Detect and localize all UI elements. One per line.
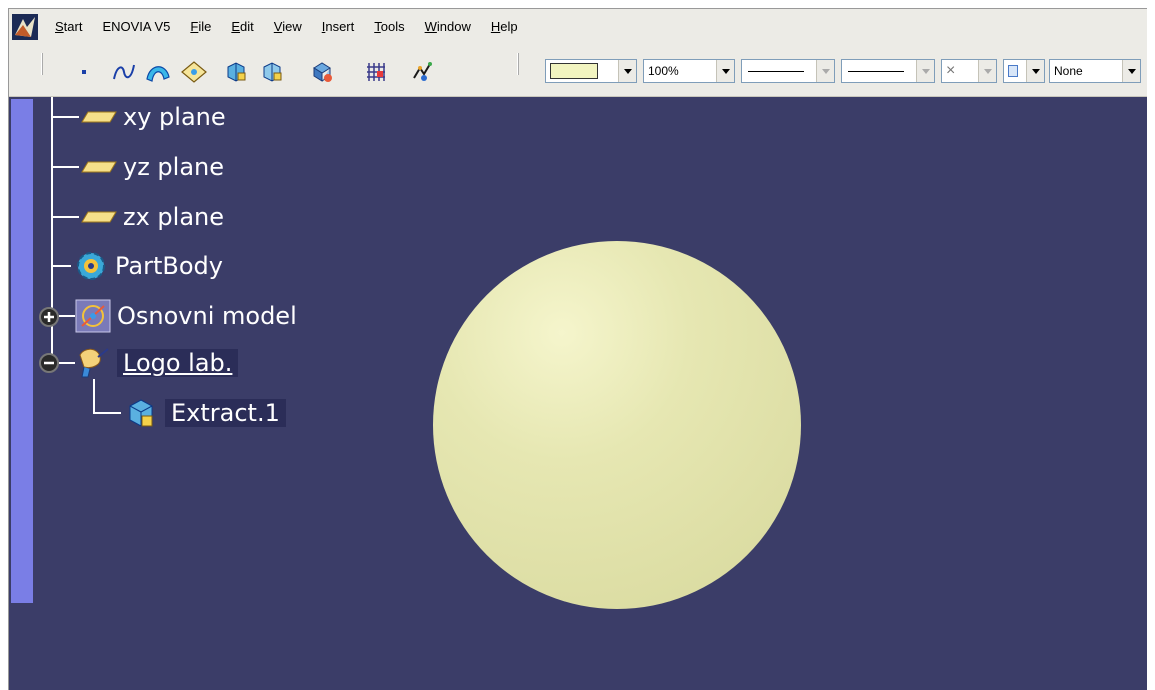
tree-item-zx-plane[interactable]: zx plane [79, 197, 224, 237]
menu-enovia[interactable]: ENOVIA V5 [92, 9, 180, 45]
menu-edit[interactable]: Edit [221, 9, 263, 45]
partbody-gear-icon [71, 248, 111, 284]
tree-connector [51, 166, 79, 168]
menu-file[interactable]: File [180, 9, 221, 45]
catia-logo-icon[interactable] [11, 13, 39, 41]
tree-connector [51, 216, 79, 218]
spline-icon[interactable] [109, 57, 139, 87]
extract-icon[interactable] [221, 57, 251, 87]
expand-icon[interactable] [39, 307, 59, 327]
sweep-surface-icon[interactable] [143, 57, 173, 87]
collapse-icon[interactable] [39, 353, 59, 373]
multiple-extract-icon[interactable] [257, 57, 287, 87]
tree-scrollbar[interactable] [11, 99, 33, 603]
color-swatch [550, 63, 598, 79]
menu-start[interactable]: Start [45, 9, 92, 45]
point-symbol-combo[interactable]: × [941, 59, 997, 83]
sphere-surface[interactable] [433, 241, 801, 609]
tree-item-label: yz plane [123, 153, 225, 181]
color-combo[interactable] [545, 59, 637, 83]
line-thickness-sample [748, 70, 804, 72]
toolbar-grip[interactable] [517, 53, 519, 75]
menu-help[interactable]: Help [481, 9, 528, 45]
chevron-down-icon[interactable] [618, 60, 636, 82]
tree-connector [51, 116, 79, 118]
chevron-down-icon[interactable] [916, 60, 934, 82]
tree-item-partbody[interactable]: PartBody [71, 246, 223, 286]
tree-item-extract-1[interactable]: Extract.1 [121, 393, 286, 433]
toolbar: 100% × None [9, 45, 1147, 97]
tree-item-label: Osnovni model [117, 302, 297, 330]
geometrical-set-hand-icon [73, 345, 113, 381]
grid-icon[interactable] [361, 57, 391, 87]
tree-item-osnovni-model[interactable]: Osnovni model [73, 296, 297, 336]
menu-insert[interactable]: Insert [312, 9, 365, 45]
transform-icon[interactable] [307, 57, 337, 87]
tree-connector [93, 412, 121, 414]
tree-item-label: PartBody [115, 252, 223, 280]
chevron-down-icon[interactable] [1026, 60, 1044, 82]
point-icon[interactable] [69, 57, 99, 87]
line-type-sample [848, 70, 904, 72]
render-style-icon [1008, 65, 1018, 77]
plane-icon [79, 149, 119, 185]
menu-tools[interactable]: Tools [364, 9, 414, 45]
menu-bar: Start ENOVIA V5 File Edit View Insert To… [9, 9, 1147, 45]
tree-item-label: Logo lab. [117, 349, 239, 377]
tree-connector [51, 265, 71, 267]
layer-value: None [1054, 64, 1083, 78]
tree-item-xy-plane[interactable]: xy plane [79, 97, 226, 137]
menu-view[interactable]: View [264, 9, 312, 45]
tree-item-label: zx plane [123, 203, 225, 231]
point-symbol-value: × [946, 62, 956, 79]
transparency-value: 100% [648, 64, 679, 78]
plane-icon [79, 99, 119, 135]
tree-item-label: Extract.1 [165, 399, 286, 427]
catia-window: Start ENOVIA V5 File Edit View Insert To… [8, 8, 1147, 690]
chevron-down-icon[interactable] [1122, 60, 1140, 82]
render-style-combo[interactable] [1003, 59, 1045, 83]
tree-connector [93, 379, 95, 413]
law-icon[interactable] [409, 57, 439, 87]
layer-combo[interactable]: None [1049, 59, 1141, 83]
fill-surface-icon[interactable] [179, 57, 209, 87]
tree-item-yz-plane[interactable]: yz plane [79, 147, 224, 187]
geometrical-set-icon [73, 298, 113, 334]
tree-connector [51, 97, 53, 369]
plane-icon [79, 199, 119, 235]
menu-window[interactable]: Window [415, 9, 481, 45]
chevron-down-icon[interactable] [816, 60, 834, 82]
chevron-down-icon[interactable] [978, 60, 996, 82]
extract-cube-icon [121, 395, 161, 431]
tree-item-logo-lab[interactable]: Logo lab. [73, 343, 239, 383]
transparency-combo[interactable]: 100% [643, 59, 735, 83]
line-type-combo[interactable] [841, 59, 935, 83]
line-thickness-combo[interactable] [741, 59, 835, 83]
toolbar-grip[interactable] [41, 53, 43, 75]
tree-item-label: xy plane [123, 103, 226, 131]
chevron-down-icon[interactable] [716, 60, 734, 82]
